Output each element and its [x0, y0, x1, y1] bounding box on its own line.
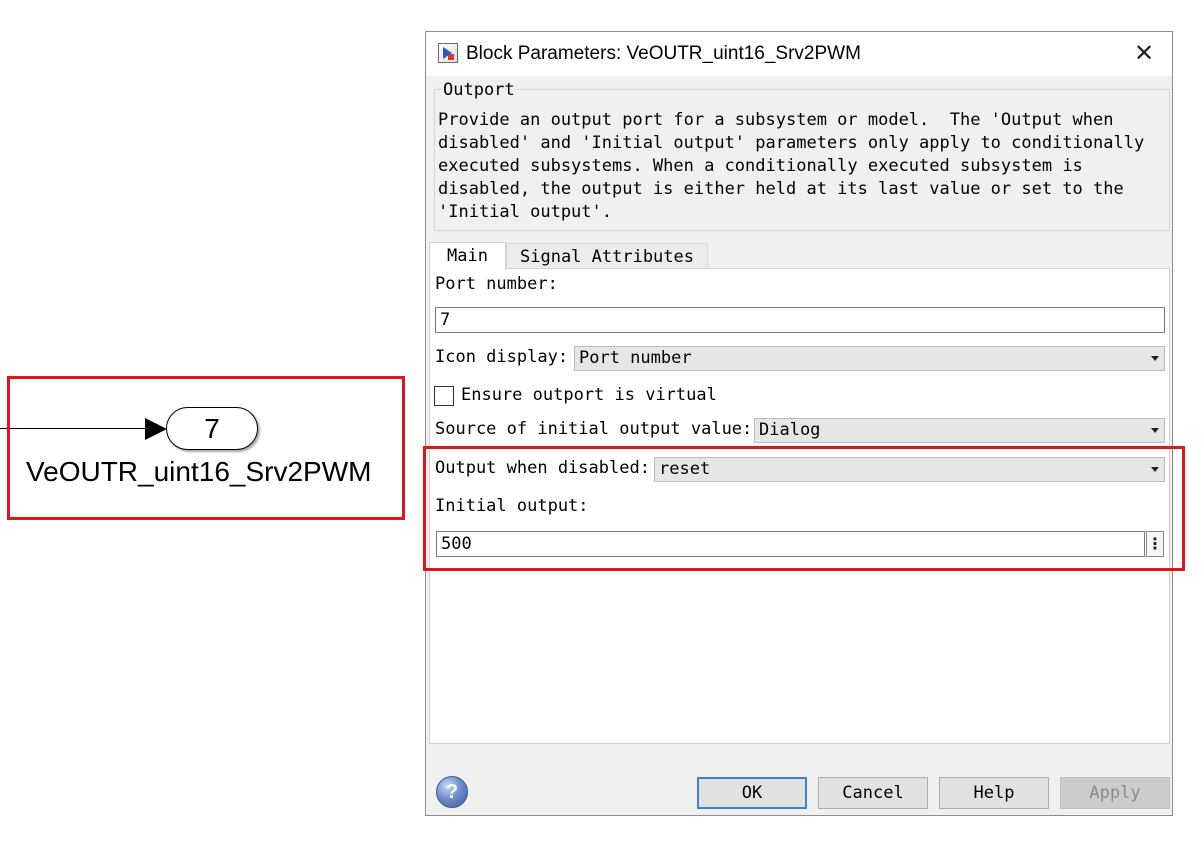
ok-button[interactable]: OK — [697, 777, 807, 809]
title-bar[interactable]: Block Parameters: VeOUTR_uint16_Srv2PWM … — [426, 32, 1172, 76]
port-number-label: Port number: — [435, 274, 558, 294]
ensure-virtual-checkbox[interactable] — [434, 386, 454, 406]
apply-button: Apply — [1060, 777, 1170, 809]
tab-signal-attributes[interactable]: Signal Attributes — [506, 243, 708, 270]
output-disabled-label: Output when disabled: — [435, 458, 650, 478]
cancel-button[interactable]: Cancel — [818, 777, 928, 809]
outport-block-name[interactable]: VeOUTR_uint16_Srv2PWM — [26, 456, 406, 488]
tab-main[interactable]: Main — [429, 242, 506, 270]
description-text: Provide an output port for a subsystem o… — [438, 110, 1145, 222]
output-disabled-value: reset — [659, 459, 711, 479]
source-initial-value: Dialog — [759, 420, 821, 440]
close-icon: ✕ — [1133, 39, 1155, 67]
dialog-title: Block Parameters: VeOUTR_uint16_Srv2PWM — [466, 43, 861, 64]
output-disabled-dropdown[interactable]: reset — [654, 457, 1165, 482]
dropdown-arrow-icon — [1151, 356, 1159, 361]
icon-display-dropdown[interactable]: Port number — [574, 346, 1165, 371]
signal-line[interactable] — [0, 428, 148, 429]
ensure-virtual-label[interactable]: Ensure outport is virtual — [461, 385, 717, 405]
initial-output-label: Initial output: — [435, 496, 589, 516]
initial-output-more-button[interactable]: ⋮ — [1146, 531, 1164, 557]
icon-display-label: Icon display: — [435, 347, 569, 367]
dropdown-arrow-icon — [1151, 428, 1159, 433]
initial-output-field[interactable]: 500 — [436, 531, 1145, 557]
close-button[interactable]: ✕ — [1130, 40, 1158, 68]
outport-block[interactable]: 7 — [166, 407, 258, 450]
simulink-block-icon — [438, 43, 458, 63]
source-initial-label: Source of initial output value: — [435, 419, 753, 439]
more-options-icon: ⋮ — [1147, 534, 1163, 553]
help-icon[interactable]: ? — [436, 776, 468, 808]
signal-arrow-icon — [145, 418, 167, 440]
block-parameters-dialog: Block Parameters: VeOUTR_uint16_Srv2PWM … — [425, 31, 1173, 816]
description-group: Outport Provide an output port for a sub… — [434, 80, 1170, 231]
icon-display-value: Port number — [579, 348, 692, 368]
main-tab-panel: Port number: 7 Icon display: Port number… — [429, 268, 1170, 744]
port-number-field[interactable]: 7 — [435, 307, 1165, 333]
group-label: Outport — [441, 80, 517, 100]
dropdown-arrow-icon — [1151, 467, 1159, 472]
help-button[interactable]: Help — [939, 777, 1049, 809]
source-initial-dropdown[interactable]: Dialog — [754, 418, 1165, 443]
